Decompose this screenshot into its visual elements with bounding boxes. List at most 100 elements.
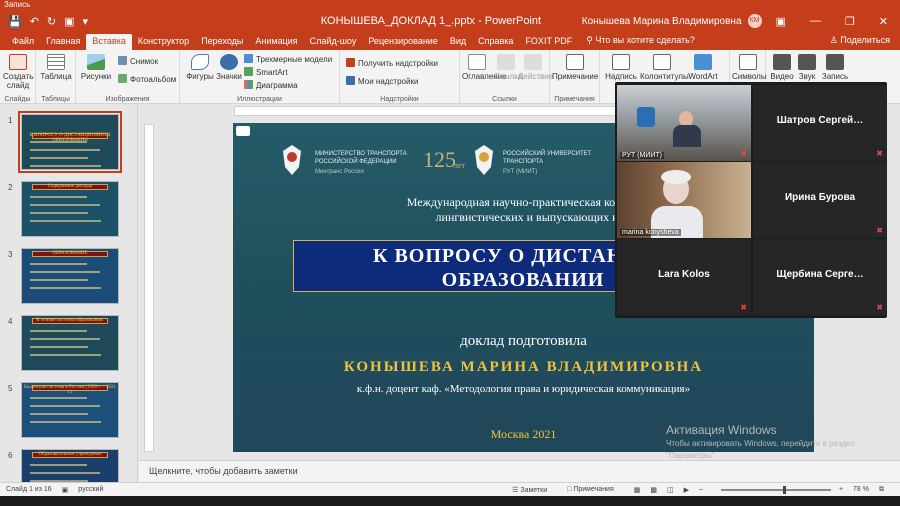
- maximize-icon[interactable]: ❐: [845, 15, 855, 28]
- participant-name: Lara Kolos: [658, 269, 710, 280]
- author-position: к.ф.н. доцент каф. «Методология права и …: [356, 383, 691, 395]
- participant-tile[interactable]: Щербина Серге… ✖: [753, 239, 887, 315]
- screenshot-button[interactable]: Снимок: [118, 56, 158, 66]
- ribbon-display-icon[interactable]: ▣: [776, 15, 786, 28]
- tab-3[interactable]: Конструктор: [132, 34, 195, 50]
- avatar[interactable]: КМ: [747, 14, 762, 28]
- tab-5[interactable]: Анимация: [249, 34, 303, 50]
- normal-view-icon[interactable]: ▦: [634, 486, 641, 494]
- new-slide-button[interactable]: Создать слайд: [3, 54, 33, 90]
- participant-video: [617, 162, 751, 238]
- screenshot-icon: [118, 56, 127, 65]
- slide-thumbnail[interactable]: К основе системы образования:: [21, 315, 119, 371]
- action-button[interactable]: Действие: [518, 54, 553, 81]
- shapes-button[interactable]: Фигуры: [186, 54, 214, 81]
- mic-muted-icon: ✖: [876, 149, 883, 158]
- tab-6[interactable]: Слайд-шоу: [304, 34, 363, 50]
- user-name[interactable]: Конышева Марина Владимировна: [582, 16, 742, 27]
- mic-muted-icon: ✖: [876, 226, 883, 235]
- ministry-name: МИНИСТЕРСТВО ТРАНСПОРТА РОССИЙСКОЙ ФЕДЕР…: [315, 151, 407, 165]
- reading-view-icon[interactable]: ◫: [667, 486, 674, 494]
- vertical-ruler: [144, 124, 154, 452]
- mic-muted-icon: ✖: [740, 303, 747, 312]
- tab-8[interactable]: Вид: [444, 34, 472, 50]
- thumbnail-number: 1: [8, 116, 13, 125]
- chart-button[interactable]: Диаграмма: [244, 80, 298, 90]
- thumbnail-text-line: [29, 338, 100, 340]
- tab-4[interactable]: Переходы: [195, 34, 249, 50]
- slide-thumbnails-pane[interactable]: 1 К ВОПРОСУ О ДИСТАНЦИОННОМ ОБРАЗОВАНИИ 2 С…: [0, 104, 138, 482]
- slide-thumbnail[interactable]: Болонская система в России (1999 г. – 20…: [21, 382, 119, 438]
- video-conference-panel[interactable]: РУТ (МИИТ) ✖ Шатров Сергей… ✖ marina konyshe…: [615, 82, 887, 318]
- save-icon[interactable]: 💾: [8, 15, 22, 28]
- fit-slide-icon[interactable]: ⧉: [879, 486, 884, 494]
- tab-10[interactable]: FOXIT PDF: [519, 34, 578, 50]
- notes-toggle[interactable]: ☰ Заметки: [512, 486, 557, 494]
- link-button[interactable]: Ссылка: [494, 54, 522, 81]
- participant-tile[interactable]: РУТ (МИИТ) ✖: [617, 85, 751, 161]
- video-button[interactable]: Видео: [770, 54, 794, 81]
- minimize-icon[interactable]: —: [810, 15, 821, 28]
- slide-thumbnail[interactable]: Содержание доклада: [21, 181, 119, 237]
- table-button[interactable]: Таблица: [40, 54, 72, 81]
- undo-icon[interactable]: ↶: [30, 15, 39, 28]
- tab-2[interactable]: Вставка: [86, 34, 132, 50]
- get-addins-button[interactable]: Получить надстройки: [346, 58, 438, 68]
- textbox-icon: [612, 54, 630, 70]
- zoom-level[interactable]: 78 %: [853, 486, 869, 493]
- header-footer-button[interactable]: Колонтитулы: [640, 54, 689, 81]
- smartart-button[interactable]: SmartArt: [244, 67, 288, 77]
- thumbnail-number: 3: [8, 250, 13, 259]
- language-indicator[interactable]: русский: [78, 486, 103, 493]
- thumbnail-text-line: [29, 464, 88, 466]
- textbox-button[interactable]: Надпись: [604, 54, 638, 81]
- pictures-button[interactable]: Рисунки: [80, 54, 112, 81]
- notes-field[interactable]: Щелкните, чтобы добавить заметки: [139, 460, 900, 482]
- zoom-slider-thumb[interactable]: [782, 485, 786, 494]
- zoom-slider[interactable]: [720, 485, 831, 494]
- close-icon[interactable]: ✕: [879, 15, 888, 28]
- zoom-in-icon[interactable]: +: [839, 486, 843, 493]
- share-button[interactable]: ♙ Поделиться: [830, 35, 890, 50]
- symbols-button[interactable]: Символы: [732, 54, 767, 81]
- zoom-out-icon[interactable]: –: [699, 486, 703, 493]
- tab-1[interactable]: Главная: [40, 34, 86, 50]
- group-addins: Получить надстройки Мои надстройки Надст…: [340, 50, 460, 104]
- my-addins-button[interactable]: Мои надстройки: [346, 76, 418, 86]
- slide-thumbnail[interactable]: К ВОПРОСУ О ДИСТАНЦИОННОМ ОБРАЗОВАНИИ: [18, 111, 122, 173]
- group-illustrations: Фигуры Значки Трехмерные модели SmartArt…: [180, 50, 340, 104]
- slideshow-view-icon[interactable]: ▶: [684, 486, 689, 494]
- participant-video: [617, 85, 751, 161]
- audio-button[interactable]: Звук: [796, 54, 818, 81]
- tab-0[interactable]: Файл: [6, 34, 40, 50]
- thumbnail-title: Болонская система в России (1999 г. – 20…: [23, 385, 117, 395]
- spellcheck-icon[interactable]: ▣: [62, 486, 69, 494]
- 3d-models-button[interactable]: Трехмерные модели: [244, 54, 332, 64]
- comment-button[interactable]: Примечание: [552, 54, 598, 81]
- screen-record-button[interactable]: Запись: [820, 54, 850, 81]
- window-title: КОНЫШЕВА_ДОКЛАД 1_.pptx - PowerPoint: [320, 15, 542, 27]
- customize-qat-icon[interactable]: ▾: [83, 15, 89, 28]
- present-icon[interactable]: ▣: [64, 15, 74, 28]
- toc-button[interactable]: Оглавление: [462, 54, 507, 81]
- thumbnail-text-line: [29, 354, 101, 356]
- redo-icon[interactable]: ↻: [47, 15, 56, 28]
- comment-marker-icon[interactable]: [236, 126, 250, 136]
- photo-album-button[interactable]: Фотоальбом: [118, 74, 176, 84]
- slide-thumbnail[interactable]: ОБРАЗОВАНИЕ: [21, 248, 119, 304]
- slide-thumbnail[interactable]: Образовательное учреждение: [21, 449, 119, 482]
- participant-tile[interactable]: Шатров Сергей… ✖: [753, 85, 887, 161]
- tab-9[interactable]: Справка: [472, 34, 519, 50]
- icons-button[interactable]: Значки: [216, 54, 242, 81]
- participant-tile[interactable]: Lara Kolos ✖: [617, 239, 751, 315]
- comments-toggle[interactable]: □ Примечания: [567, 486, 624, 493]
- tab-7[interactable]: Рецензирование: [362, 34, 444, 50]
- wordart-button[interactable]: WordArt: [686, 54, 720, 81]
- participant-tile[interactable]: marina konysheva: [617, 162, 751, 238]
- group-tables: Таблица Таблицы: [36, 50, 76, 104]
- activation-title: Активация Windows: [666, 423, 777, 437]
- participant-tile[interactable]: Ирина Бурова ✖: [753, 162, 887, 238]
- tell-me-search[interactable]: ⚲ Что вы хотите сделать?: [578, 33, 703, 50]
- sorter-view-icon[interactable]: ▩: [650, 486, 657, 494]
- university-sub: РУТ (МИИТ): [503, 169, 538, 175]
